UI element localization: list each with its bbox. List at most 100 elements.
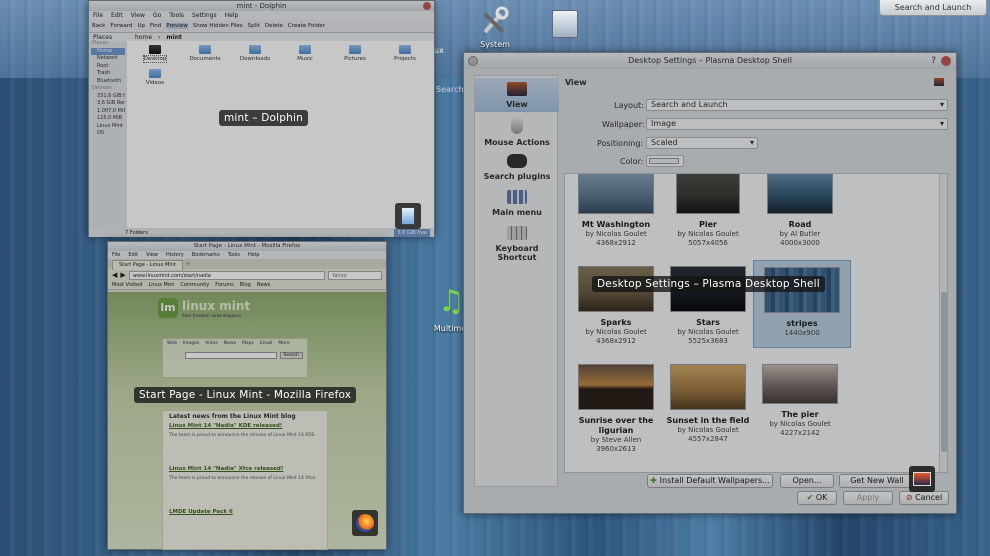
find-button[interactable]: Find [150,23,161,29]
settings-titlebar[interactable]: Desktop Settings – Plasma Desktop Shell … [464,53,956,69]
web-search-button[interactable]: Search [279,352,303,359]
device-item[interactable]: 331,6 GiB Hard Drive [91,93,125,101]
dolphin-titlebar[interactable]: mint - Dolphin [89,1,434,11]
file-item[interactable]: Videos [135,69,175,86]
scrollbar-thumb[interactable] [941,292,947,452]
place-root[interactable]: Root [91,63,125,71]
ff-menu-view[interactable]: View [146,251,158,259]
bookmark-item[interactable]: Most Visited [112,281,142,289]
open-button[interactable]: Open... [780,474,834,488]
window-menu-icon[interactable] [468,56,478,66]
search-tab[interactable]: Images [183,341,199,346]
apply-button[interactable]: Apply [843,491,893,505]
news-title[interactable]: Linux Mint 14 "Nadia" KDE released! [169,423,321,429]
preview-button[interactable]: Preview [166,23,188,29]
file-item[interactable]: Downloads [235,45,275,62]
menu-view[interactable]: View [131,11,145,20]
forward-button[interactable]: Forward [110,23,132,29]
search-tab[interactable]: More [278,341,289,346]
positioning-select[interactable]: Scaled ▾ [646,137,758,149]
file-item[interactable]: Music [285,45,325,62]
ok-button[interactable]: ✔ OK [797,491,837,505]
sidebar-item-keyboard-shortcut[interactable]: Keyboard Shortcut [475,226,559,262]
forward-icon[interactable]: ▶ [120,271,125,279]
menu-settings[interactable]: Settings [192,11,217,20]
menu-go[interactable]: Go [153,11,161,20]
menu-edit[interactable]: Edit [111,11,123,20]
delete-button[interactable]: Delete [265,23,283,29]
search-tab[interactable]: Video [205,341,218,346]
sidebar-item-mouse-actions[interactable]: Mouse Actions [475,116,559,147]
bookmark-item[interactable]: Community [180,281,209,289]
firefox-titlebar[interactable]: Start Page - Linux Mint - Mozilla Firefo… [108,242,386,251]
search-tab[interactable]: News [224,341,236,346]
close-icon[interactable] [423,2,431,10]
wallpaper-item-selected[interactable]: stripes 1440x900 [753,260,851,348]
file-item[interactable]: Desktop [135,45,175,63]
search-tab[interactable]: Maps [242,341,254,346]
search-tab[interactable]: Web [167,341,177,346]
breadcrumb-home[interactable]: home [135,34,152,41]
wallpaper-item[interactable]: Sunset in the field by Nicolas Goulet 45… [659,364,757,444]
device-item[interactable]: OS [91,130,125,138]
split-button[interactable]: Split [248,23,260,29]
file-item[interactable]: Documents [185,45,225,62]
wallpaper-item[interactable]: Mt Washington by Nicolas Goulet 4368x291… [567,174,665,248]
device-desktop-icon[interactable] [552,10,582,40]
layout-select[interactable]: Search and Launch ▾ [646,99,948,111]
place-network[interactable]: Network [91,55,125,63]
wallpaper-select[interactable]: Image ▾ [646,118,948,130]
bookmark-item[interactable]: Blog [240,281,251,289]
bookmark-item[interactable]: News [257,281,271,289]
help-icon[interactable]: ? [931,56,936,66]
create-folder-button[interactable]: Create Folder [288,23,325,29]
grid-scrollbar[interactable] [939,174,947,472]
search-box[interactable]: Yahoo [328,270,382,280]
firefox-tab[interactable]: Start Page - Linux Mint [112,260,183,270]
breadcrumb-mint[interactable]: mint [166,34,181,41]
sidebar-item-view[interactable]: View [475,78,559,112]
file-item[interactable]: Pictures [335,45,375,62]
up-button[interactable]: Up [137,23,145,29]
ff-menu-edit[interactable]: Edit [128,251,138,259]
menu-file[interactable]: File [93,11,103,20]
sidebar-item-search-plugins[interactable]: Search plugins [475,154,559,181]
wallpaper-item[interactable]: Sunrise over the ligurian by Steve Allen… [567,364,665,454]
menu-help[interactable]: Help [225,11,239,20]
get-new-wallpapers-button[interactable]: Get New Wall [839,474,915,488]
device-item[interactable]: 1.007,0 MiB [91,108,125,116]
wallpaper-item[interactable]: The pier by Nicolas Goulet 4227x2142 [751,364,849,438]
device-item[interactable]: 3,6 GiB Removable [91,100,125,108]
ff-menu-tools[interactable]: Tools [228,251,240,259]
system-desktop-icon[interactable]: System [474,6,516,49]
ff-menu-bookmarks[interactable]: Bookmarks [192,251,220,259]
ff-menu-file[interactable]: File [112,251,120,259]
news-title[interactable]: LMDE Update Pack 6 [169,509,321,515]
place-trash[interactable]: Trash [91,70,125,78]
wallpaper-item[interactable]: Road by Al Butler 4000x3000 [751,174,849,248]
close-icon[interactable] [941,56,951,66]
ff-menu-help[interactable]: Help [248,251,259,259]
new-tab-button[interactable]: + [185,260,191,268]
wallpaper-item[interactable]: Pier by Nicolas Goulet 5057x4056 [659,174,757,248]
menu-tools[interactable]: Tools [169,11,184,20]
url-bar[interactable]: www.linuxmint.com/start/nadia [128,270,325,280]
file-item[interactable]: Projects [385,45,425,62]
place-bluetooth[interactable]: Bluetooth [91,78,125,86]
back-icon[interactable]: ◀ [112,271,117,279]
color-button[interactable] [646,155,684,167]
ff-menu-history[interactable]: History [166,251,184,259]
show-hidden-button[interactable]: Show Hidden Files [193,23,243,29]
place-home[interactable]: Home [91,47,125,55]
back-button[interactable]: Back [92,23,105,29]
sidebar-item-main-menu[interactable]: Main menu [475,190,559,217]
search-and-launch-button[interactable]: Search and Launch [879,0,987,16]
bookmark-item[interactable]: Forums [215,281,233,289]
news-title[interactable]: Linux Mint 14 "Nadia" Xfce released! [169,466,321,472]
device-item[interactable]: Linux Mint [91,123,125,131]
bookmark-item[interactable]: Linux Mint [148,281,174,289]
device-item[interactable]: 125,0 MiB [91,115,125,123]
search-tab[interactable]: Email [260,341,273,346]
web-search-input[interactable] [185,352,277,359]
cancel-button[interactable]: ⊘ Cancel [899,491,949,505]
